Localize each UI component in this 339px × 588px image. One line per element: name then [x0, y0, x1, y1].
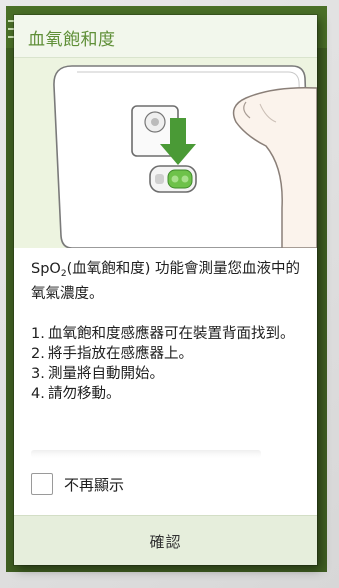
intro-prefix: SpO — [31, 261, 61, 277]
illustration-svg — [53, 65, 317, 248]
step-text: 請勿移動。 — [48, 386, 121, 402]
dialog-title: 血氧飽和度 — [28, 30, 116, 50]
step-text: 測量將自動開始。 — [48, 366, 164, 382]
step-number: 3. — [31, 366, 45, 382]
intro-rest: (血氧飽和度) 功能會測量您血液中的氧氣濃度。 — [31, 261, 300, 302]
dont-show-again-checkbox[interactable] — [31, 473, 53, 495]
sensor-icon — [149, 165, 197, 193]
step-number: 2. — [31, 346, 45, 362]
step-text: 將手指放在感應器上。 — [48, 346, 193, 362]
confirm-button[interactable]: 確認 — [14, 515, 317, 565]
step-number: 4. — [31, 386, 45, 402]
confirm-label[interactable]: 確認 — [149, 531, 181, 552]
dialog-body: SpO2(血氧飽和度) 功能會測量您血液中的氧氣濃度。 1. 血氧飽和度感應器可… — [31, 259, 303, 404]
sensor-illustration — [14, 58, 317, 248]
dont-show-again-label[interactable]: 不再顯示 — [64, 474, 124, 495]
intro-text: SpO2(血氧飽和度) 功能會測量您血液中的氧氣濃度。 — [31, 259, 303, 304]
step-item: 1. 血氧飽和度感應器可在裝置背面找到。 — [31, 324, 303, 344]
step-item: 2. 將手指放在感應器上。 — [31, 344, 303, 364]
dont-show-again-row[interactable]: 不再顯示 — [31, 473, 124, 495]
step-item: 3. 測量將自動開始。 — [31, 364, 303, 384]
spo2-dialog: 血氧飽和度 SpO2(血氧飽和度) 功能會測量您血液中的氧氣濃度。 1. 血氧飽… — [14, 15, 317, 565]
step-number: 1. — [31, 326, 45, 342]
scroll-fade — [14, 445, 317, 469]
dialog-header: 血氧飽和度 — [14, 15, 317, 58]
step-item: 4. 請勿移動。 — [31, 384, 303, 404]
steps-list: 1. 血氧飽和度感應器可在裝置背面找到。 2. 將手指放在感應器上。 3. 測量… — [31, 324, 303, 404]
step-text: 血氧飽和度感應器可在裝置背面找到。 — [48, 326, 295, 342]
